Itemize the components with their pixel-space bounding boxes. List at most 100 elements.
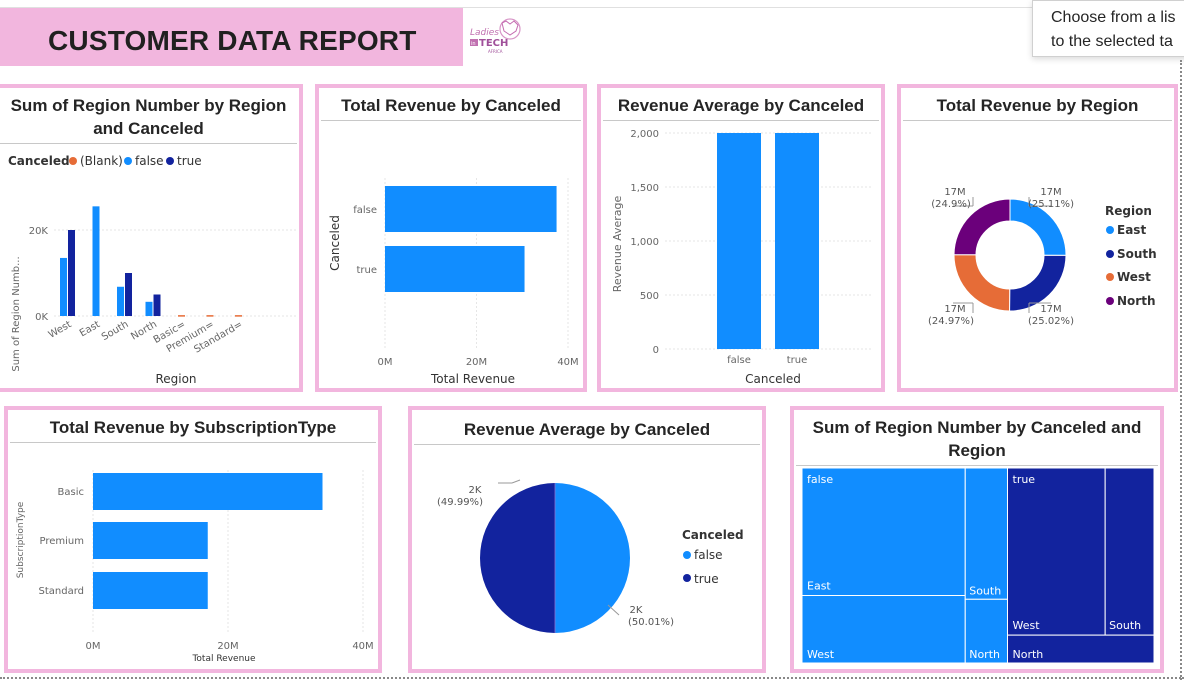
bar-false-east[interactable] — [92, 206, 100, 316]
x-tick: 0M — [86, 641, 101, 652]
x-tick: East — [78, 319, 102, 339]
x-axis-title: Total Revenue — [430, 372, 515, 386]
treemap-false-north-label: North — [969, 648, 1000, 661]
bar-true-south[interactable] — [125, 273, 132, 316]
bar-basic[interactable] — [93, 473, 323, 510]
bar-standard[interactable] — [93, 572, 208, 609]
revenue-average-column-chart: Revenue Average 2,000 1,500 1,000 500 0 fals… — [611, 129, 871, 386]
y-tick: Premium — [40, 536, 85, 547]
bar-blank-premium[interactable] — [206, 315, 214, 317]
data-label-north-value: 17M — [944, 187, 965, 198]
data-label-west-pct: (24.97%) — [928, 316, 974, 327]
region-treemap: East West South North false West South North tru… — [801, 467, 1155, 664]
data-label-false-pct: (50.01%) — [628, 617, 674, 628]
x-tick: West — [47, 319, 74, 341]
treemap-group-true: true — [1013, 473, 1036, 486]
bar-true-west[interactable] — [68, 230, 75, 316]
legend-title: Canceled — [8, 154, 70, 168]
y-axis-title: Canceled — [328, 215, 342, 271]
data-label-north-pct: (24.9%) — [931, 199, 971, 210]
x-tick: 40M — [557, 357, 578, 368]
y-tick: Standard — [39, 586, 85, 597]
pie-slice-false[interactable] — [554, 483, 631, 633]
card-revenue-by-canceled[interactable]: Total Revenue by Canceled Canceled 0M 20M… — [315, 84, 587, 392]
y-tick: 1,000 — [630, 237, 659, 248]
y-axis-title: Sum of Region Numb... — [11, 256, 22, 371]
legend-south: South — [1117, 247, 1157, 261]
legend-blank: (Blank) — [80, 154, 123, 168]
legend-east-marker — [1106, 226, 1114, 234]
card-revenue-average-column[interactable]: Revenue Average by Canceled Revenue Aver… — [597, 84, 885, 392]
x-tick: false — [727, 355, 751, 366]
card-revenue-by-subscription[interactable]: Total Revenue by SubscriptionType Subscr… — [4, 406, 382, 673]
column-false[interactable] — [717, 133, 761, 349]
ladies-in-tech-logo: Ladies in TECH AFRICA — [470, 18, 521, 54]
legend-east: East — [1117, 223, 1146, 237]
data-label-true-pct: (49.99%) — [437, 497, 483, 508]
x-axis-title: Canceled — [745, 372, 801, 386]
data-label-south-value: 17M — [1040, 304, 1061, 315]
y-tick: 20K — [29, 226, 49, 237]
y-tick: true — [356, 265, 377, 276]
x-tick: true — [787, 355, 808, 366]
revenue-by-canceled-chart: Canceled 0M 20M 40M false true Total Revenu… — [328, 178, 579, 386]
data-label-east-pct: (25.11%) — [1028, 199, 1074, 210]
page-bottom-edge — [0, 677, 1184, 679]
legend-title: Region — [1105, 204, 1152, 218]
legend-south-marker — [1106, 250, 1114, 258]
treemap-true-west[interactable] — [1007, 467, 1106, 636]
y-tick: 0 — [653, 345, 659, 356]
treemap-true-south[interactable] — [1104, 467, 1155, 636]
data-label-west-value: 17M — [944, 304, 965, 315]
bar-true-north[interactable] — [153, 294, 161, 317]
data-label-east-value: 17M — [1040, 187, 1061, 198]
svg-text:TECH: TECH — [479, 38, 508, 49]
pie-slice-true[interactable] — [480, 483, 555, 633]
report-title: CUSTOMER DATA REPORT — [48, 25, 417, 56]
legend-true-marker — [166, 157, 174, 165]
revenue-average-pie: 2K (49.99%) 2K (50.01%) Canceled false t… — [437, 479, 744, 633]
report-canvas: CUSTOMER DATA REPORT Ladies in TECH AFRI… — [0, 0, 1184, 684]
page-edge — [1180, 60, 1182, 680]
bar-blank-standard[interactable] — [235, 315, 242, 317]
treemap-false-east[interactable] — [801, 467, 966, 596]
y-tick: 0K — [35, 312, 48, 323]
legend-title: Canceled — [682, 528, 744, 542]
ribbon-remnant — [0, 0, 1184, 8]
treemap-group-false: false — [807, 473, 833, 486]
column-true[interactable] — [775, 133, 819, 349]
x-tick: 20M — [217, 641, 238, 652]
tooltip-popup: Choose from a lis to the selected ta — [1032, 0, 1184, 57]
title-banner: CUSTOMER DATA REPORT — [0, 8, 463, 66]
bar-false-west[interactable] — [60, 257, 67, 316]
tooltip-line-1: Choose from a lis — [1051, 9, 1176, 26]
legend-west-marker — [1106, 273, 1114, 281]
bar-false-south[interactable] — [117, 286, 124, 316]
revenue-by-subscription-chart: SubscriptionType 0M 20M 40M Basic Premium St… — [16, 470, 374, 664]
x-tick: 40M — [352, 641, 373, 652]
treemap-true-north-label: North — [1013, 648, 1044, 661]
card-treemap[interactable]: Sum of Region Number by Canceled and Reg… — [790, 406, 1164, 673]
legend-false: false — [694, 548, 723, 562]
y-tick: 500 — [640, 291, 659, 302]
bar-blank-basic[interactable] — [178, 315, 185, 317]
card-revenue-average-pie[interactable]: Revenue Average by Canceled 2K (49.99%) … — [408, 406, 766, 673]
treemap-false-east-label: East — [807, 580, 831, 593]
legend-true-marker — [683, 574, 691, 582]
legend-false: false — [135, 154, 164, 168]
tooltip-line-2: to the selected ta — [1051, 33, 1173, 50]
legend-false-marker — [683, 551, 691, 559]
bar-false[interactable] — [385, 186, 557, 232]
legend-blank-marker — [69, 157, 77, 165]
card-region-canceled[interactable]: Sum of Region Number by Region and Cance… — [0, 84, 303, 392]
bar-false-north[interactable] — [145, 301, 153, 316]
bar-true[interactable] — [385, 246, 525, 292]
data-label-south-pct: (25.02%) — [1028, 316, 1074, 327]
data-label-true-value: 2K — [469, 485, 482, 496]
y-tick: 1,500 — [630, 183, 659, 194]
treemap-false-south-label: South — [969, 584, 1001, 597]
legend-true: true — [177, 154, 202, 168]
bar-premium[interactable] — [93, 522, 208, 559]
treemap-false-south[interactable] — [964, 467, 1009, 600]
card-revenue-by-region[interactable]: Total Revenue by Region 17M (25.11%) 17M… — [897, 84, 1178, 392]
